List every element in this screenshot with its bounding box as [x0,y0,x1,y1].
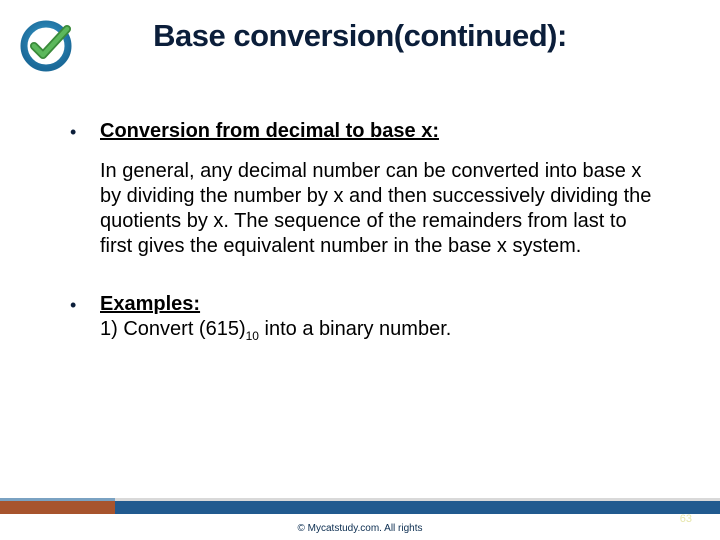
example-prefix: 1) Convert (615) [100,318,246,340]
bullet-item: Conversion from decimal to base x: In ge… [64,120,680,259]
bullet-body: In general, any decimal number can be co… [100,159,660,259]
example-suffix: into a binary number. [259,318,451,340]
example-subscript: 10 [246,329,259,343]
slide-title: Base conversion(continued): [0,18,720,54]
slide: Base conversion(continued): Conversion f… [0,0,720,540]
example-line: 1) Convert (615)10 into a binary number. [100,318,680,341]
page-number: 63 [680,513,692,525]
copyright-text: © Mycatstudy.com. All rights [0,523,720,534]
bullet-item: Examples: 1) Convert (615)10 into a bina… [64,293,680,341]
bullet-heading: Conversion from decimal to base x: [100,120,439,142]
footer-bar [0,498,720,514]
slide-content: Conversion from decimal to base x: In ge… [64,120,680,361]
bullet-heading: Examples: [100,293,200,315]
